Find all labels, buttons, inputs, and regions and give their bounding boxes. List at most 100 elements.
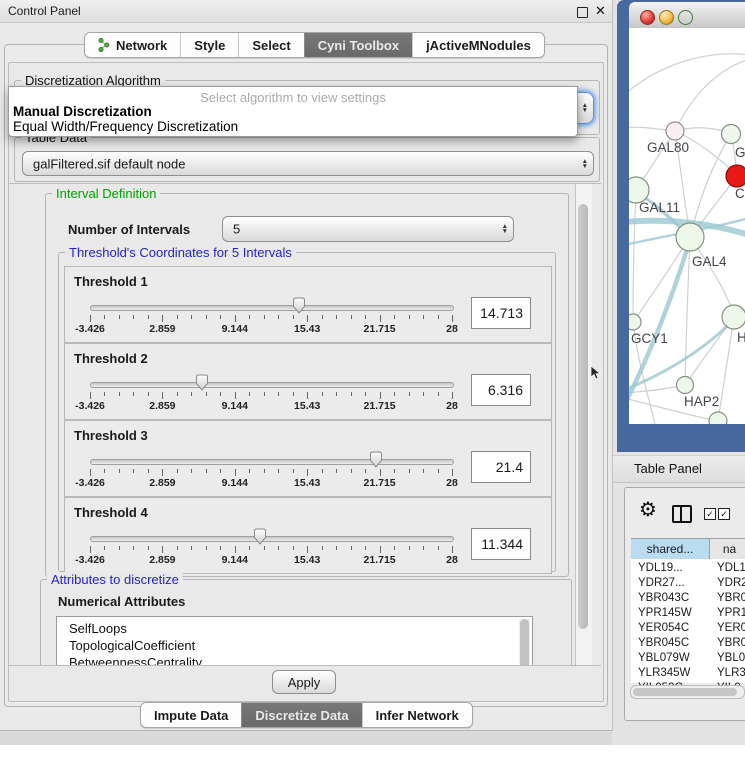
attribute-item[interactable]: SelfLoops xyxy=(69,621,127,636)
num-intervals-combobox[interactable]: 5 ▲▼ xyxy=(222,216,514,242)
network-node-pale[interactable] xyxy=(629,314,641,330)
table-row[interactable]: YDR27...YDR2 xyxy=(631,576,745,591)
threshold-label: Threshold 3 xyxy=(74,428,148,443)
cell-shared-name: YBR043C xyxy=(638,592,689,604)
slider-thumb[interactable] xyxy=(194,374,210,397)
tab-jactivemnodules[interactable]: jActiveMNodules xyxy=(412,33,544,57)
list-scrollbar[interactable] xyxy=(519,619,530,666)
network-node-pale[interactable] xyxy=(709,412,727,424)
node-label-gal4: GAL4 xyxy=(692,254,727,269)
cell-name: YDR2 xyxy=(717,577,745,589)
network-window-titlebar[interactable] xyxy=(629,2,745,29)
popup-option-equal-width[interactable]: Equal Width/Frequency Discretization xyxy=(13,119,238,134)
slider-scale-labels: -3.4262.8599.14415.4321.71528 xyxy=(90,400,452,413)
slider-scale-labels: -3.4262.8599.14415.4321.71528 xyxy=(90,554,452,567)
network-node-pale[interactable] xyxy=(722,125,741,144)
table-row[interactable]: YBL079WYBL0 xyxy=(631,651,745,666)
slider-track[interactable] xyxy=(90,305,454,311)
node-label-gal11: GAL11 xyxy=(639,200,680,215)
slider-ticks xyxy=(90,315,452,323)
gray-edge xyxy=(633,237,690,322)
slider-track[interactable] xyxy=(90,536,454,542)
tab-label: jActiveMNodules xyxy=(426,38,531,53)
threshold-value-field[interactable]: 14.713 xyxy=(471,297,531,329)
threshold-panel-2: Threshold 2-3.4262.8599.14415.4321.71528… xyxy=(64,343,552,420)
algorithm-dropdown-popup: Select algorithm to view settings Manual… xyxy=(8,86,578,137)
table-row[interactable]: YBR043CYBR0 xyxy=(631,591,745,606)
threshold-value-field[interactable]: 21.4 xyxy=(471,451,531,483)
float-window-icon[interactable] xyxy=(577,7,588,18)
table-row[interactable]: YPR145WYPR1 xyxy=(631,606,745,621)
network-node-pale[interactable] xyxy=(676,223,704,251)
list-scroll-thumb[interactable] xyxy=(520,619,529,666)
slider-scale-labels: -3.4262.8599.14415.4321.71528 xyxy=(90,477,452,490)
tab-select[interactable]: Select xyxy=(238,33,303,57)
close-traffic-light[interactable] xyxy=(640,10,655,25)
node-label-c: C xyxy=(735,186,745,201)
tab-discretize-data[interactable]: Discretize Data xyxy=(241,703,361,727)
checkbox-icon-2[interactable]: ✓ xyxy=(718,508,730,520)
network-node-pale[interactable] xyxy=(722,305,745,329)
tab-impute-data[interactable]: Impute Data xyxy=(141,703,241,727)
vscroll-thumb[interactable] xyxy=(578,204,588,629)
network-node-red[interactable] xyxy=(726,165,745,187)
slider-thumb[interactable] xyxy=(252,528,268,551)
hscroll-thumb[interactable] xyxy=(633,688,737,696)
gray-edge xyxy=(675,60,745,131)
tab-cyni-toolbox[interactable]: Cyni Toolbox xyxy=(304,33,412,57)
attributes-listbox[interactable]: SelfLoops TopologicalCoefficient Betweenne… xyxy=(56,616,533,666)
network-canvas[interactable]: GAL80GCGAL11GAL4GCY1HHAP2 xyxy=(629,28,745,424)
zoom-traffic-light[interactable] xyxy=(678,10,693,25)
slider-thumb[interactable] xyxy=(368,451,384,474)
tab-network[interactable]: Network xyxy=(85,33,180,57)
table-data-combobox[interactable]: galFiltered.sif default node ▲▼ xyxy=(22,151,594,176)
apply-button[interactable]: Apply xyxy=(272,670,336,694)
column-view-icon[interactable] xyxy=(672,505,692,523)
attributes-group: Attributes to discretize Numerical Attri… xyxy=(40,579,572,666)
tab-style[interactable]: Style xyxy=(180,33,238,57)
attribute-item[interactable]: BetweennessCentrality xyxy=(69,655,202,666)
table-horizontal-scrollbar[interactable] xyxy=(630,685,745,699)
table-panel-titlebar: Table Panel xyxy=(612,455,745,483)
slider-track[interactable] xyxy=(90,459,454,465)
checkbox-icon-1[interactable]: ✓ xyxy=(704,508,716,520)
close-icon[interactable]: ✕ xyxy=(595,3,606,19)
cell-name: YDL1 xyxy=(717,562,745,574)
threshold-value-field[interactable]: 11.344 xyxy=(471,528,531,560)
attribute-item[interactable]: TopologicalCoefficient xyxy=(69,638,195,653)
table-row[interactable]: YBR045CYBR0 xyxy=(631,636,745,651)
cyni-mode-tabs: Impute DataDiscretize Data Infer Network xyxy=(140,702,473,728)
slider-thumb[interactable] xyxy=(291,297,307,320)
settings-vertical-scrollbar[interactable] xyxy=(575,184,592,665)
table-row[interactable]: YER054CYER0 xyxy=(631,621,745,636)
popup-placeholder-item[interactable]: Select algorithm to view settings xyxy=(9,90,577,105)
network-graph xyxy=(629,28,745,424)
threshold-value-field[interactable]: 6.316 xyxy=(471,374,531,406)
interval-group-title: Interval Definition xyxy=(52,186,160,201)
table-panel-title: Table Panel xyxy=(634,461,702,476)
interval-definition-group: Interval Definition Number of Intervals … xyxy=(45,193,569,577)
minimize-traffic-light[interactable] xyxy=(659,10,674,25)
table-header-1[interactable]: shared... xyxy=(631,539,710,559)
settings-scroll-area: Interval Definition Number of Intervals … xyxy=(9,183,601,666)
gear-icon[interactable]: ⚙ xyxy=(639,497,657,522)
network-node-pink[interactable] xyxy=(666,122,684,140)
cell-shared-name: YLR345W xyxy=(638,667,690,679)
node-label-h: H xyxy=(737,330,745,345)
tab-label: Style xyxy=(194,38,225,53)
gray-edge xyxy=(633,190,636,322)
network-node-pale[interactable] xyxy=(677,377,694,394)
slider-ticks xyxy=(90,392,452,400)
stepper-icon: ▲▼ xyxy=(582,159,588,169)
threshold-panel-3: Threshold 3 -3.4262.8599.14415.4321.71528… xyxy=(64,420,552,497)
tab-label: Infer Network xyxy=(376,708,459,723)
attributes-group-title: Attributes to discretize xyxy=(47,572,183,587)
tab-infer-network[interactable]: Infer Network xyxy=(362,703,472,727)
cell-name: YBR0 xyxy=(717,637,745,649)
slider-track[interactable] xyxy=(90,382,454,388)
table-row[interactable]: YDL19...YDL1 xyxy=(631,561,745,576)
slider-ticks xyxy=(90,546,452,554)
table-row[interactable]: YLR345WYLR3 xyxy=(631,666,745,681)
table-header-2[interactable]: na xyxy=(710,539,745,559)
popup-option-manual[interactable]: Manual Discretization xyxy=(13,104,152,119)
